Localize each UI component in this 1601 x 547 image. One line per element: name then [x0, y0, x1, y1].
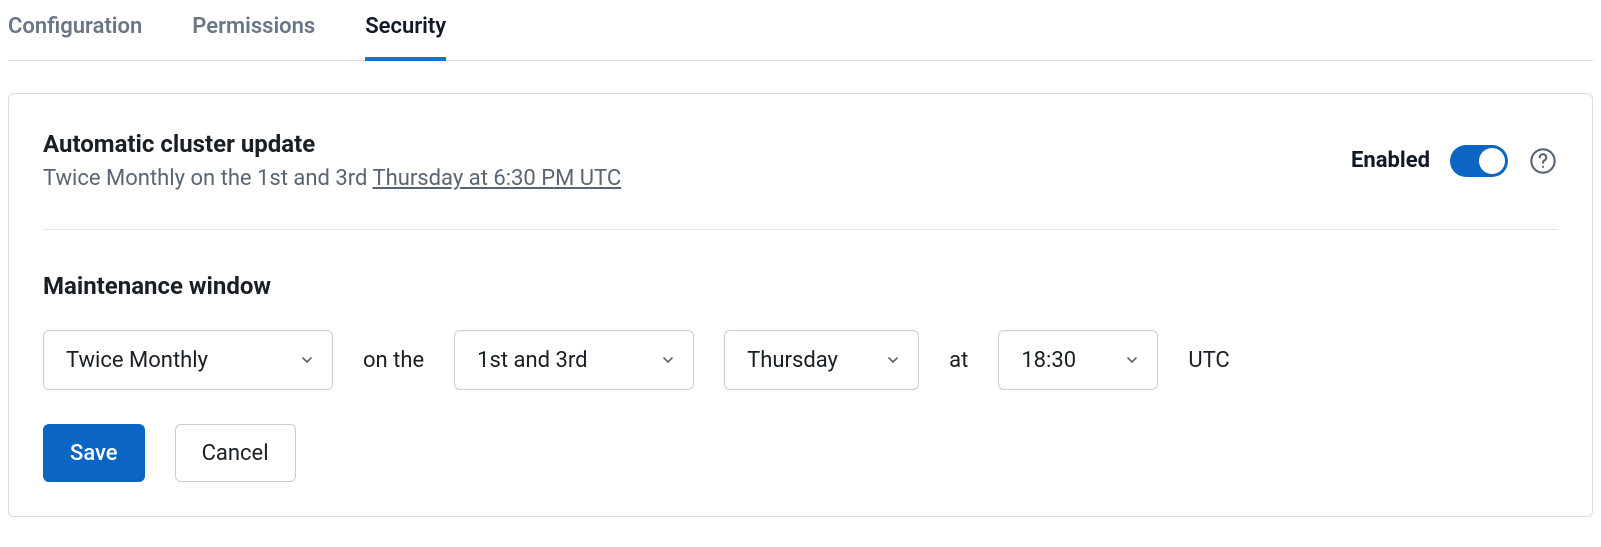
frequency-value: Twice Monthly [66, 348, 208, 373]
auto-update-schedule-link[interactable]: Thursday at 6:30 PM UTC [372, 166, 621, 191]
tab-permissions[interactable]: Permissions [192, 0, 315, 61]
time-select[interactable]: 18:30 [998, 330, 1158, 390]
divider [43, 229, 1558, 230]
enabled-label: Enabled [1351, 148, 1430, 173]
chevron-down-icon [1123, 351, 1141, 369]
auto-update-schedule-prefix: Twice Monthly on the 1st and 3rd [43, 166, 372, 191]
cancel-button[interactable]: Cancel [175, 424, 296, 482]
tab-configuration[interactable]: Configuration [8, 0, 142, 61]
time-value: 18:30 [1021, 348, 1076, 373]
tab-security[interactable]: Security [365, 0, 446, 61]
help-icon[interactable] [1528, 146, 1558, 176]
maintenance-title: Maintenance window [43, 272, 1558, 300]
security-card: Automatic cluster update Twice Monthly o… [8, 93, 1593, 517]
maintenance-form-row: Twice Monthly on the 1st and 3rd Thursda… [43, 330, 1558, 390]
chevron-down-icon [659, 351, 677, 369]
auto-update-schedule: Twice Monthly on the 1st and 3rd Thursda… [43, 166, 1327, 191]
frequency-select[interactable]: Twice Monthly [43, 330, 333, 390]
day-select[interactable]: Thursday [724, 330, 919, 390]
chevron-down-icon [884, 351, 902, 369]
tz-label: UTC [1188, 348, 1229, 373]
tab-bar: Configuration Permissions Security [8, 0, 1593, 61]
weeks-select[interactable]: 1st and 3rd [454, 330, 694, 390]
on-the-label: on the [363, 348, 424, 373]
auto-update-toggle[interactable] [1450, 145, 1508, 177]
save-button[interactable]: Save [43, 424, 145, 482]
at-label: at [949, 348, 968, 373]
auto-update-header: Automatic cluster update Twice Monthly o… [43, 130, 1558, 191]
toggle-knob [1479, 148, 1505, 174]
button-row: Save Cancel [43, 424, 1558, 482]
auto-update-title: Automatic cluster update [43, 130, 1327, 158]
weeks-value: 1st and 3rd [477, 348, 587, 373]
chevron-down-icon [298, 351, 316, 369]
day-value: Thursday [747, 348, 838, 373]
